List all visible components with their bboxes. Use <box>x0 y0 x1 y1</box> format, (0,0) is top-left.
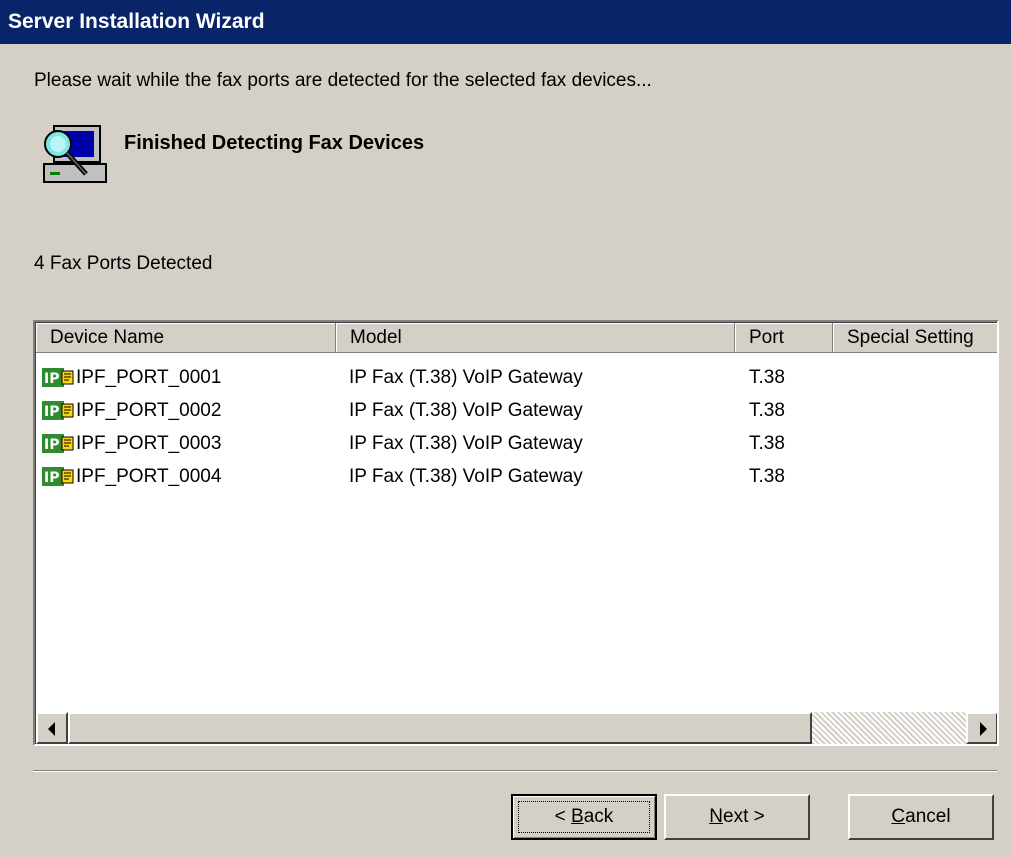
next-label: ext > <box>723 806 765 827</box>
column-header-special-setting[interactable]: Special Setting <box>833 323 997 353</box>
table-row[interactable]: IP IPF_PORT_0004 IP Fax (T.38) VoIP Gate… <box>36 460 997 493</box>
table-row[interactable]: IP IPF_PORT_0002 IP Fax (T.38) VoIP Gate… <box>36 394 997 427</box>
cell-model: IP Fax (T.38) VoIP Gateway <box>349 433 583 454</box>
status-message: Please wait while the fax ports are dete… <box>34 70 652 91</box>
arrow-left-icon <box>48 722 55 736</box>
cell-model: IP Fax (T.38) VoIP Gateway <box>349 367 583 388</box>
scroll-right-button[interactable] <box>966 712 997 744</box>
divider <box>33 770 997 772</box>
column-header-device-name[interactable]: Device Name <box>36 323 336 353</box>
scroll-track[interactable] <box>812 712 966 744</box>
cancel-accel: C <box>891 806 906 827</box>
cell-port: T.38 <box>749 433 785 454</box>
next-accel: N <box>709 806 723 827</box>
cell-device-name: IPF_PORT_0004 <box>76 466 222 487</box>
arrow-right-icon <box>980 722 987 736</box>
fax-ports-list[interactable]: Device Name Model Port Special Setting I… <box>33 320 999 746</box>
scroll-left-button[interactable] <box>36 712 68 744</box>
window-title: Server Installation Wizard <box>8 10 265 33</box>
horizontal-scrollbar[interactable] <box>36 712 997 744</box>
svg-text:IP: IP <box>44 470 59 486</box>
cancel-label: ancel <box>905 806 951 827</box>
next-button[interactable]: Next > <box>664 794 810 840</box>
cell-port: T.38 <box>749 466 785 487</box>
cell-device-name: IPF_PORT_0002 <box>76 400 222 421</box>
cancel-button[interactable]: Cancel <box>848 794 994 840</box>
table-row[interactable]: IP IPF_PORT_0003 IP Fax (T.38) VoIP Gate… <box>36 427 997 460</box>
cell-device-name: IPF_PORT_0001 <box>76 367 222 388</box>
svg-text:IP: IP <box>44 404 59 420</box>
ip-fax-icon: IP <box>42 466 74 488</box>
cell-model: IP Fax (T.38) VoIP Gateway <box>349 400 583 421</box>
column-header-port[interactable]: Port <box>735 323 833 353</box>
ip-fax-icon: IP <box>42 400 74 422</box>
cell-port: T.38 <box>749 367 785 388</box>
list-header: Device Name Model Port Special Setting <box>36 323 997 355</box>
page-heading: Finished Detecting Fax Devices <box>124 132 425 154</box>
title-bar: Server Installation Wizard <box>0 0 1011 44</box>
scroll-thumb[interactable] <box>68 712 812 744</box>
svg-text:IP: IP <box>44 437 59 453</box>
table-row[interactable]: IP IPF_PORT_0001 IP Fax (T.38) VoIP Gate… <box>36 361 997 394</box>
ip-fax-icon: IP <box>42 433 74 455</box>
cell-device-name: IPF_PORT_0003 <box>76 433 222 454</box>
column-header-model[interactable]: Model <box>336 323 735 353</box>
cell-port: T.38 <box>749 400 785 421</box>
computer-search-icon <box>40 124 112 186</box>
ip-fax-icon: IP <box>42 367 74 389</box>
cell-model: IP Fax (T.38) VoIP Gateway <box>349 466 583 487</box>
focus-rect <box>518 801 650 833</box>
svg-text:IP: IP <box>44 371 59 387</box>
back-button[interactable]: < Back <box>511 794 657 840</box>
ports-detected-label: 4 Fax Ports Detected <box>34 253 213 274</box>
